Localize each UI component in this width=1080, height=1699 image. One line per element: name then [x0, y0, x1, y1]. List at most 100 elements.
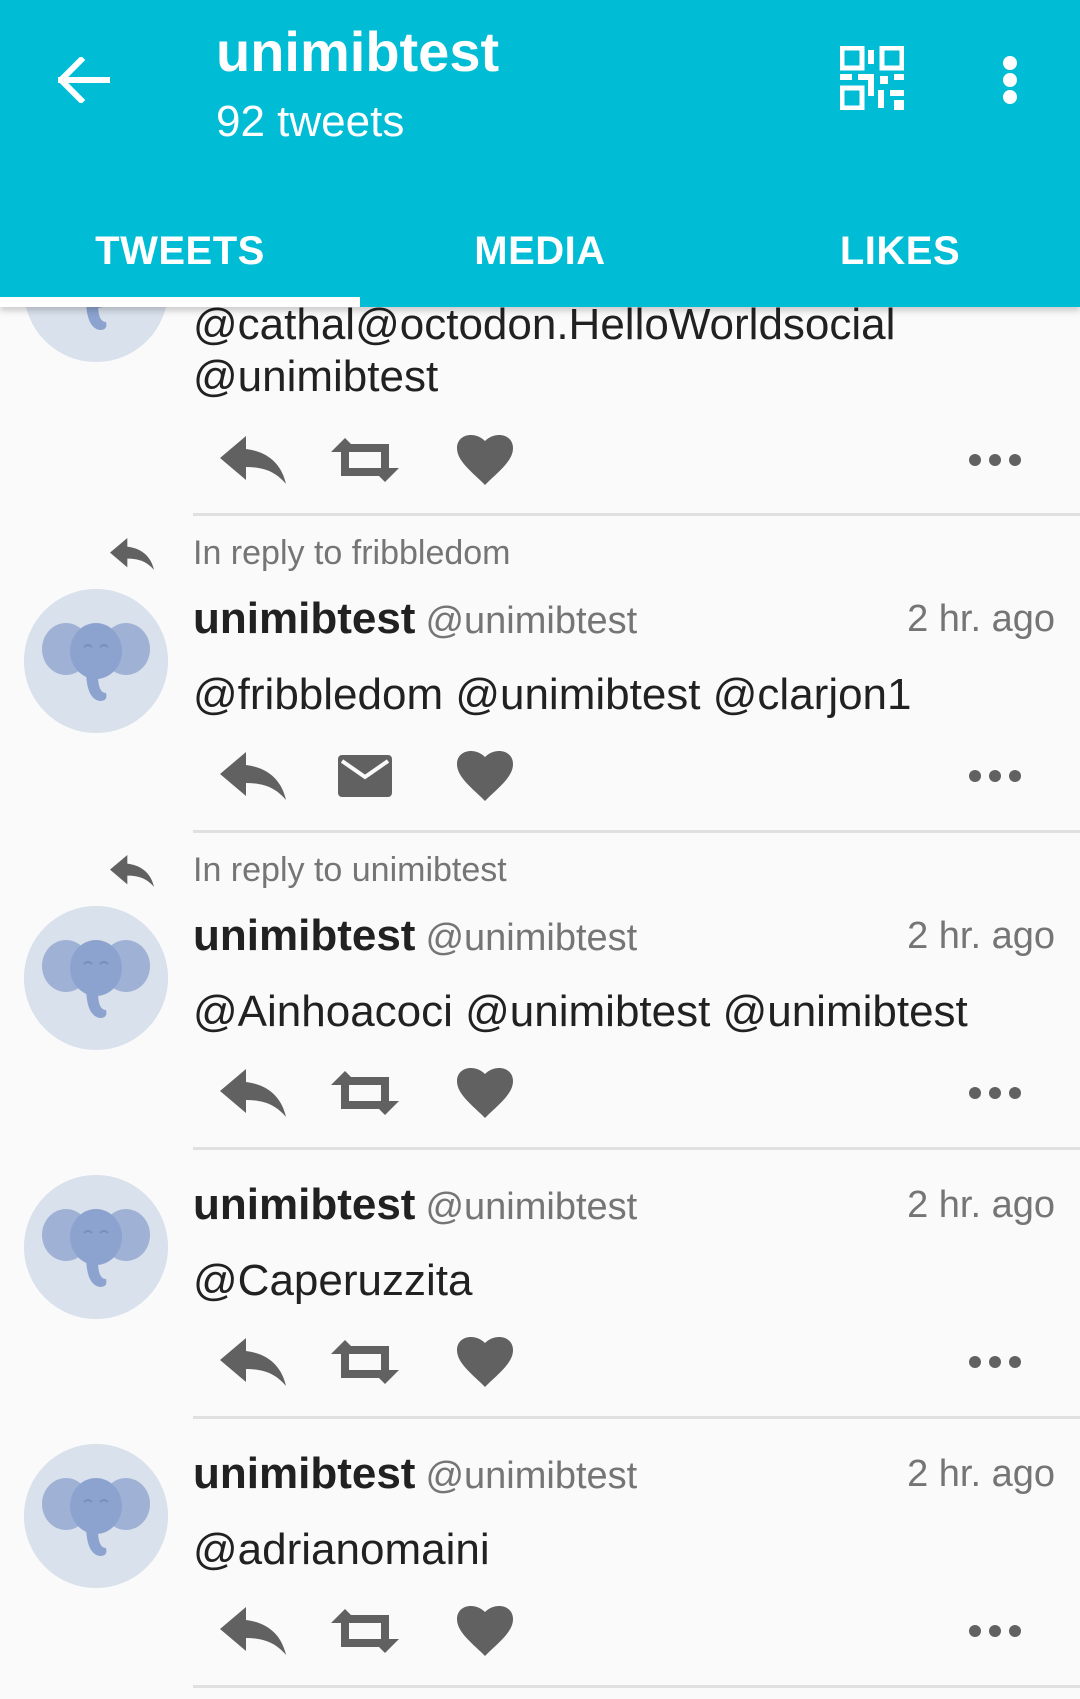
boost-button[interactable] [325, 425, 405, 495]
status-actions [193, 1327, 1055, 1397]
status-content: @unimibtest [193, 352, 439, 401]
status-header: unimibtest @unimibtest 2 hr. ago [193, 1180, 1055, 1236]
favourite-button[interactable] [445, 741, 525, 811]
more-button[interactable] [955, 1596, 1035, 1666]
timestamp: 2 hr. ago [907, 1184, 1055, 1226]
status-content: @fribbledom @unimibtest @clarjon1 [193, 670, 912, 719]
tab-bar: TWEETS MEDIA LIKES [0, 196, 1080, 307]
elephant-avatar-icon [24, 906, 168, 1050]
username[interactable]: @unimibtest [425, 1186, 637, 1228]
status-header: unimibtest @unimibtest 2 hr. ago [193, 1449, 1055, 1505]
status-actions [193, 1596, 1055, 1666]
status-header: unimibtest @unimibtest 2 hr. ago [193, 911, 1055, 967]
qr-code-icon [839, 45, 905, 111]
boost-icon [331, 1071, 399, 1115]
reply-icon [220, 1069, 286, 1117]
more-horiz-icon [969, 1625, 1021, 1637]
reply-button[interactable] [213, 1596, 293, 1666]
reply-icon [220, 1338, 286, 1386]
reply-button[interactable] [213, 1058, 293, 1128]
status-actions [193, 741, 1055, 811]
heart-icon [457, 1068, 513, 1118]
reply-button[interactable] [213, 1327, 293, 1397]
elephant-avatar-icon [24, 589, 168, 733]
more-button[interactable] [955, 741, 1035, 811]
title-block: unimibtest 92 tweets [216, 20, 499, 150]
status-content: @Ainhoacoci @unimibtest @unimibtest [193, 987, 968, 1036]
heart-icon [457, 751, 513, 801]
username[interactable]: @unimibtest [425, 600, 637, 642]
heart-icon [457, 1337, 513, 1387]
tab-media[interactable]: MEDIA [360, 196, 720, 307]
reply-icon [220, 1607, 286, 1655]
display-name[interactable]: unimibtest [193, 1180, 415, 1229]
more-button[interactable] [955, 425, 1035, 495]
reply-indicator [110, 855, 154, 887]
app-bar: unimibtest 92 tweets TWEETS MEDIA LIKES [0, 0, 1080, 307]
direct-message-button[interactable] [325, 741, 405, 811]
heart-icon [457, 1606, 513, 1656]
boost-button[interactable] [325, 1596, 405, 1666]
divider [193, 1416, 1080, 1419]
favourite-button[interactable] [445, 1058, 525, 1128]
reply-to-text[interactable]: In reply to unimibtest [193, 851, 507, 890]
favourite-button[interactable] [445, 425, 525, 495]
status-header: unimibtest @unimibtest 2 hr. ago [193, 594, 1055, 650]
boost-button[interactable] [325, 1327, 405, 1397]
more-horiz-icon [969, 1087, 1021, 1099]
heart-icon [457, 435, 513, 485]
more-horiz-icon [969, 1356, 1021, 1368]
arrow-back-icon [58, 57, 110, 103]
page-title: unimibtest [216, 20, 500, 83]
status-content: @Caperuzzita [193, 1256, 473, 1305]
avatar[interactable] [24, 1444, 168, 1588]
boost-icon [331, 1340, 399, 1384]
qr-code-button[interactable] [839, 45, 910, 116]
back-button[interactable] [52, 48, 116, 112]
username[interactable]: @unimibtest [425, 1455, 637, 1497]
reply-button[interactable] [213, 741, 293, 811]
overflow-menu-button[interactable] [990, 50, 1030, 110]
tweet-count: 92 tweets [216, 97, 405, 146]
boost-button[interactable] [325, 1058, 405, 1128]
status-content: @adrianomaini [193, 1525, 490, 1574]
reply-to-text[interactable]: In reply to fribbledom [193, 534, 511, 573]
reply-small-icon [110, 538, 154, 570]
reply-small-icon [110, 855, 154, 887]
boost-icon [331, 1609, 399, 1653]
display-name[interactable]: unimibtest [193, 911, 415, 960]
more-button[interactable] [955, 1058, 1035, 1128]
elephant-avatar-icon [24, 1175, 168, 1319]
timestamp: 2 hr. ago [907, 598, 1055, 640]
more-vert-icon [1003, 56, 1017, 70]
more-horiz-icon [969, 454, 1021, 466]
boost-icon [331, 438, 399, 482]
elephant-avatar-icon [24, 1444, 168, 1588]
favourite-button[interactable] [445, 1327, 525, 1397]
status-actions [193, 425, 1055, 495]
more-button[interactable] [955, 1327, 1035, 1397]
tab-indicator [0, 297, 360, 307]
tab-likes[interactable]: LIKES [720, 196, 1080, 307]
avatar[interactable] [24, 589, 168, 733]
avatar[interactable] [24, 1175, 168, 1319]
divider [193, 513, 1080, 516]
divider [193, 1147, 1080, 1150]
reply-button[interactable] [213, 425, 293, 495]
avatar[interactable] [24, 906, 168, 1050]
favourite-button[interactable] [445, 1596, 525, 1666]
tab-tweets[interactable]: TWEETS [0, 196, 360, 307]
status-actions [193, 1058, 1055, 1128]
display-name[interactable]: unimibtest [193, 594, 415, 643]
reply-icon [220, 436, 286, 484]
mail-icon [338, 755, 392, 797]
reply-indicator [110, 538, 154, 570]
username[interactable]: @unimibtest [425, 917, 637, 959]
more-horiz-icon [969, 770, 1021, 782]
timestamp: 2 hr. ago [907, 915, 1055, 957]
display-name[interactable]: unimibtest [193, 1449, 415, 1498]
divider [193, 830, 1080, 833]
divider [193, 1685, 1080, 1688]
reply-icon [220, 752, 286, 800]
timestamp: 2 hr. ago [907, 1453, 1055, 1495]
